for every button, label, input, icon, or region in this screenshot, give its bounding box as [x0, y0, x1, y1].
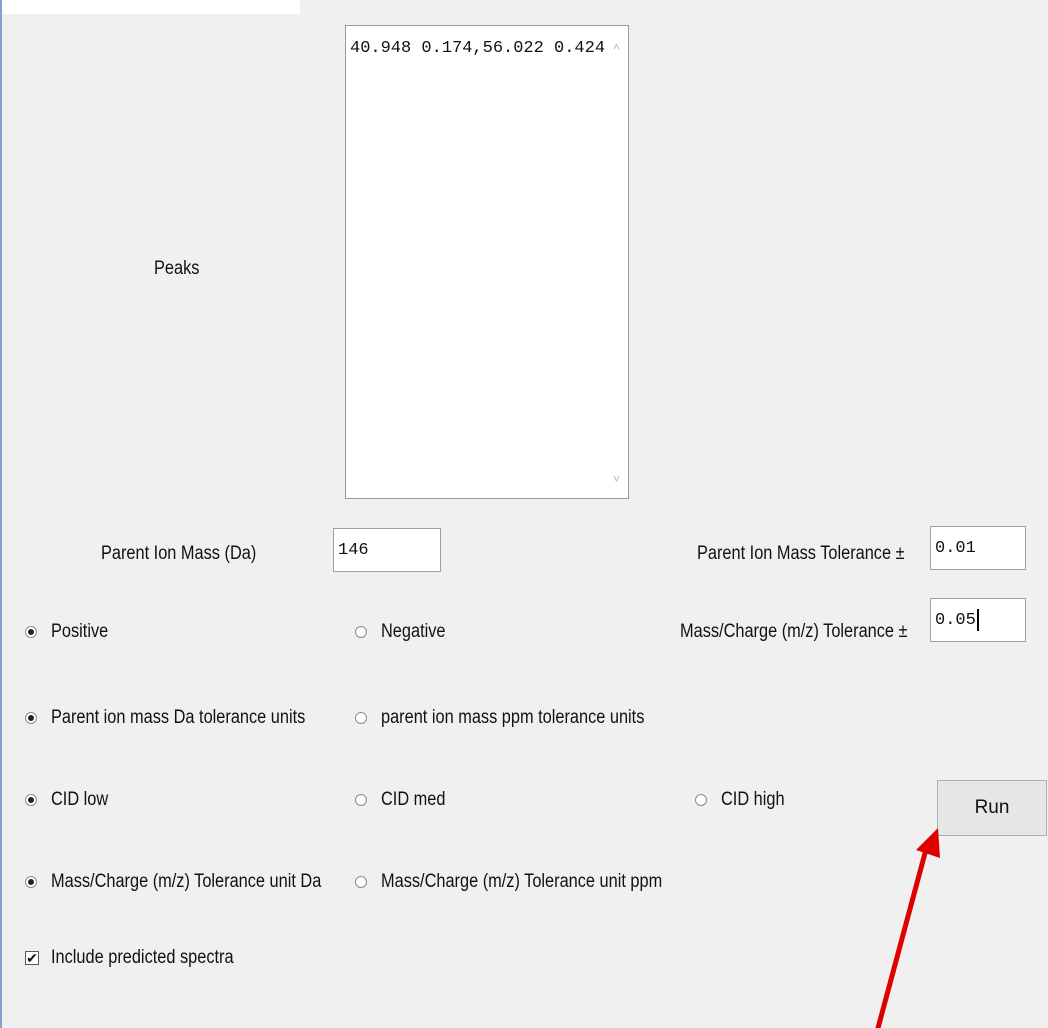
run-button[interactable]: Run	[937, 780, 1047, 836]
annotation-arrow-icon	[875, 828, 940, 1028]
include-predicted-spectra-label: Include predicted spectra	[51, 947, 234, 968]
parent-ion-mass-tolerance-input[interactable]: 0.01	[930, 526, 1026, 570]
annotation-arrow-shaft	[875, 839, 931, 1028]
run-button-label: Run	[974, 797, 1010, 818]
annotation-arrow-head	[916, 828, 940, 858]
peaks-textarea-value: 40.948 0.174,56.022 0.424	[350, 39, 606, 58]
radio-positive[interactable]: Positive	[25, 621, 118, 643]
radio-mz-da-units[interactable]: Mass/Charge (m/z) Tolerance unit Da	[25, 871, 365, 893]
radio-cid-high[interactable]: CID high	[695, 789, 795, 811]
parent-ion-mass-input[interactable]: 146	[333, 528, 441, 572]
checkbox-box[interactable]: ✔	[25, 951, 39, 965]
radio-cid-high-label: CID high	[721, 789, 785, 810]
include-predicted-spectra-checkbox[interactable]: ✔ Include predicted spectra	[25, 947, 263, 969]
radio-parent-ppm-units-indicator[interactable]	[355, 712, 367, 724]
radio-cid-low-indicator[interactable]	[25, 794, 37, 806]
radio-cid-med-label: CID med	[381, 789, 446, 810]
radio-parent-ppm-units-label: parent ion mass ppm tolerance units	[381, 707, 645, 728]
radio-parent-da-units-label: Parent ion mass Da tolerance units	[51, 707, 306, 728]
radio-positive-label: Positive	[51, 621, 109, 642]
radio-cid-med-indicator[interactable]	[355, 794, 367, 806]
mz-tolerance-input[interactable]: 0.05	[930, 598, 1026, 642]
mz-tolerance-label: Mass/Charge (m/z) Tolerance ±	[680, 621, 908, 642]
radio-mz-ppm-units-indicator[interactable]	[355, 876, 367, 888]
parent-ion-mass-value: 146	[338, 540, 369, 560]
radio-cid-low[interactable]: CID low	[25, 789, 118, 811]
radio-cid-med[interactable]: CID med	[355, 789, 456, 811]
radio-parent-da-units-indicator[interactable]	[25, 712, 37, 724]
radio-negative-indicator[interactable]	[355, 626, 367, 638]
text-caret	[976, 609, 979, 631]
radio-mz-ppm-units[interactable]: Mass/Charge (m/z) Tolerance unit ppm	[355, 871, 708, 893]
peaks-textarea[interactable]: 40.948 0.174,56.022 0.424 ˄ ˅	[345, 25, 629, 499]
radio-negative[interactable]: Negative	[355, 621, 456, 643]
window-left-border	[0, 0, 2, 1028]
title-strip	[0, 0, 300, 14]
radio-negative-label: Negative	[381, 621, 446, 642]
mz-tolerance-value: 0.05	[935, 610, 976, 630]
radio-positive-indicator[interactable]	[25, 626, 37, 638]
radio-parent-da-units[interactable]: Parent ion mass Da tolerance units	[25, 707, 347, 729]
scroll-up-icon[interactable]: ˄	[613, 40, 620, 54]
scroll-down-icon[interactable]: ˅	[613, 472, 620, 486]
parent-ion-mass-tolerance-value: 0.01	[935, 538, 976, 558]
parent-ion-mass-tolerance-label: Parent Ion Mass Tolerance ±	[697, 543, 905, 564]
radio-mz-da-units-label: Mass/Charge (m/z) Tolerance unit Da	[51, 871, 322, 892]
peaks-label: Peaks	[154, 258, 200, 279]
radio-mz-ppm-units-label: Mass/Charge (m/z) Tolerance unit ppm	[381, 871, 663, 892]
radio-parent-ppm-units[interactable]: parent ion mass ppm tolerance units	[355, 707, 687, 729]
radio-mz-da-units-indicator[interactable]	[25, 876, 37, 888]
radio-cid-high-indicator[interactable]	[695, 794, 707, 806]
parent-ion-mass-label: Parent Ion Mass (Da)	[101, 543, 257, 564]
radio-cid-low-label: CID low	[51, 789, 109, 810]
